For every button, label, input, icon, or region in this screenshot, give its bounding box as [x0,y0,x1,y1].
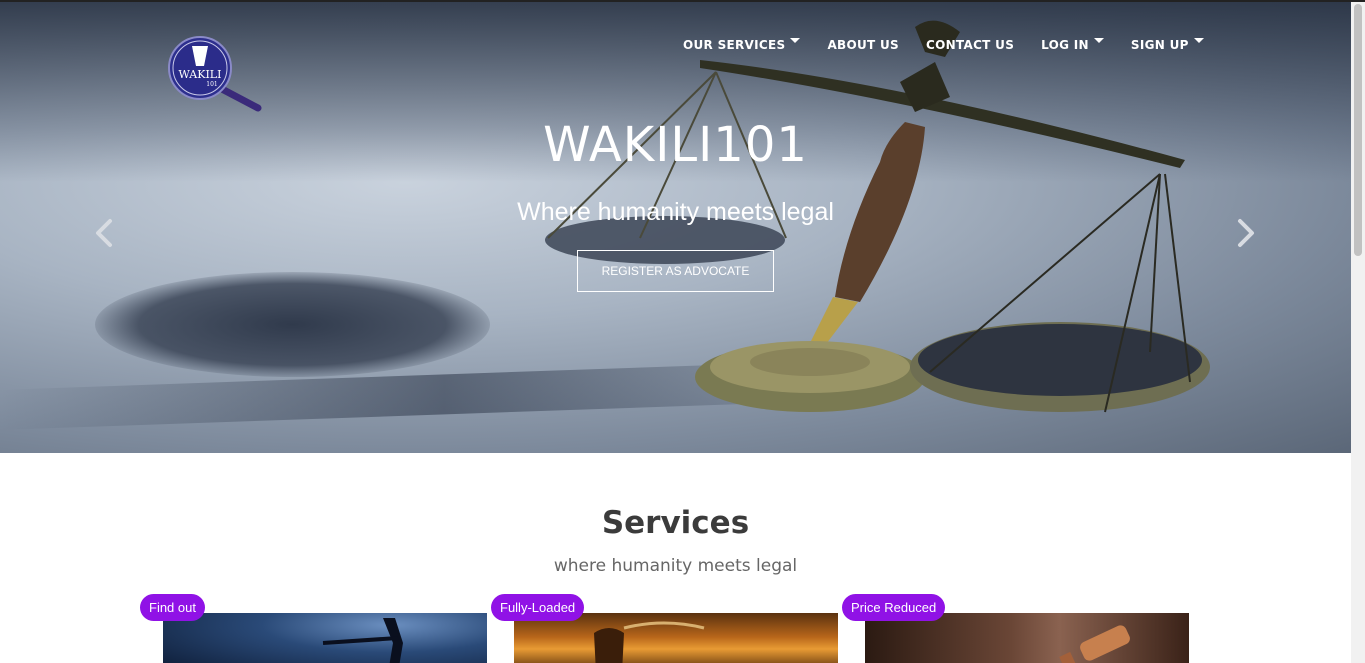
logo-text: WAKILI [179,68,222,81]
hero-carousel: WAKILI 101 OUR SERVICES ABOUT US CONTACT… [0,2,1351,453]
nav-contact-us-label: CONTACT US [925,38,1015,52]
nav-our-services-label: OUR SERVICES [683,38,786,52]
carousel-next-button[interactable] [1234,217,1258,249]
nav-our-services[interactable]: OUR SERVICES [683,38,801,52]
card-badge: Find out [140,594,205,621]
caret-down-icon [1193,38,1204,43]
services-subheading: where humanity meets legal [553,556,798,576]
chevron-right-icon [1238,219,1254,247]
wakili101-logo[interactable]: WAKILI 101 [168,36,264,112]
page-scrollbar[interactable] [1351,2,1365,663]
nav-log-in[interactable]: LOG IN [1041,38,1104,52]
hero-title: WAKILI101 [543,117,808,173]
nav-sign-up-label: SIGN UP [1130,38,1189,52]
services-heading: Services [601,505,750,541]
caret-down-icon [1093,38,1104,43]
nav-log-in-label: LOG IN [1041,38,1089,52]
nav-contact-us[interactable]: CONTACT US [926,38,1014,52]
main-nav: OUR SERVICES ABOUT US CONTACT US LOG IN … [683,38,1231,52]
page: WAKILI 101 OUR SERVICES ABOUT US CONTACT… [0,0,1365,663]
logo-subtext: 101 [206,81,217,88]
nav-sign-up[interactable]: SIGN UP [1131,38,1204,52]
nav-about-us-label: ABOUT US [827,38,899,52]
card-badge: Fully-Loaded [491,594,585,621]
carousel-prev-button[interactable] [92,217,116,249]
chevron-left-icon [96,219,112,247]
scrollbar-thumb[interactable] [1354,4,1362,256]
card-badge: Price Reduced [842,594,946,621]
caret-down-icon [790,38,801,43]
register-as-advocate-button[interactable]: REGISTER AS ADVOCATE [577,250,774,292]
hero-subtitle: Where humanity meets legal [517,198,834,226]
service-card-image[interactable] [163,613,487,663]
nav-about-us[interactable]: ABOUT US [827,38,899,52]
